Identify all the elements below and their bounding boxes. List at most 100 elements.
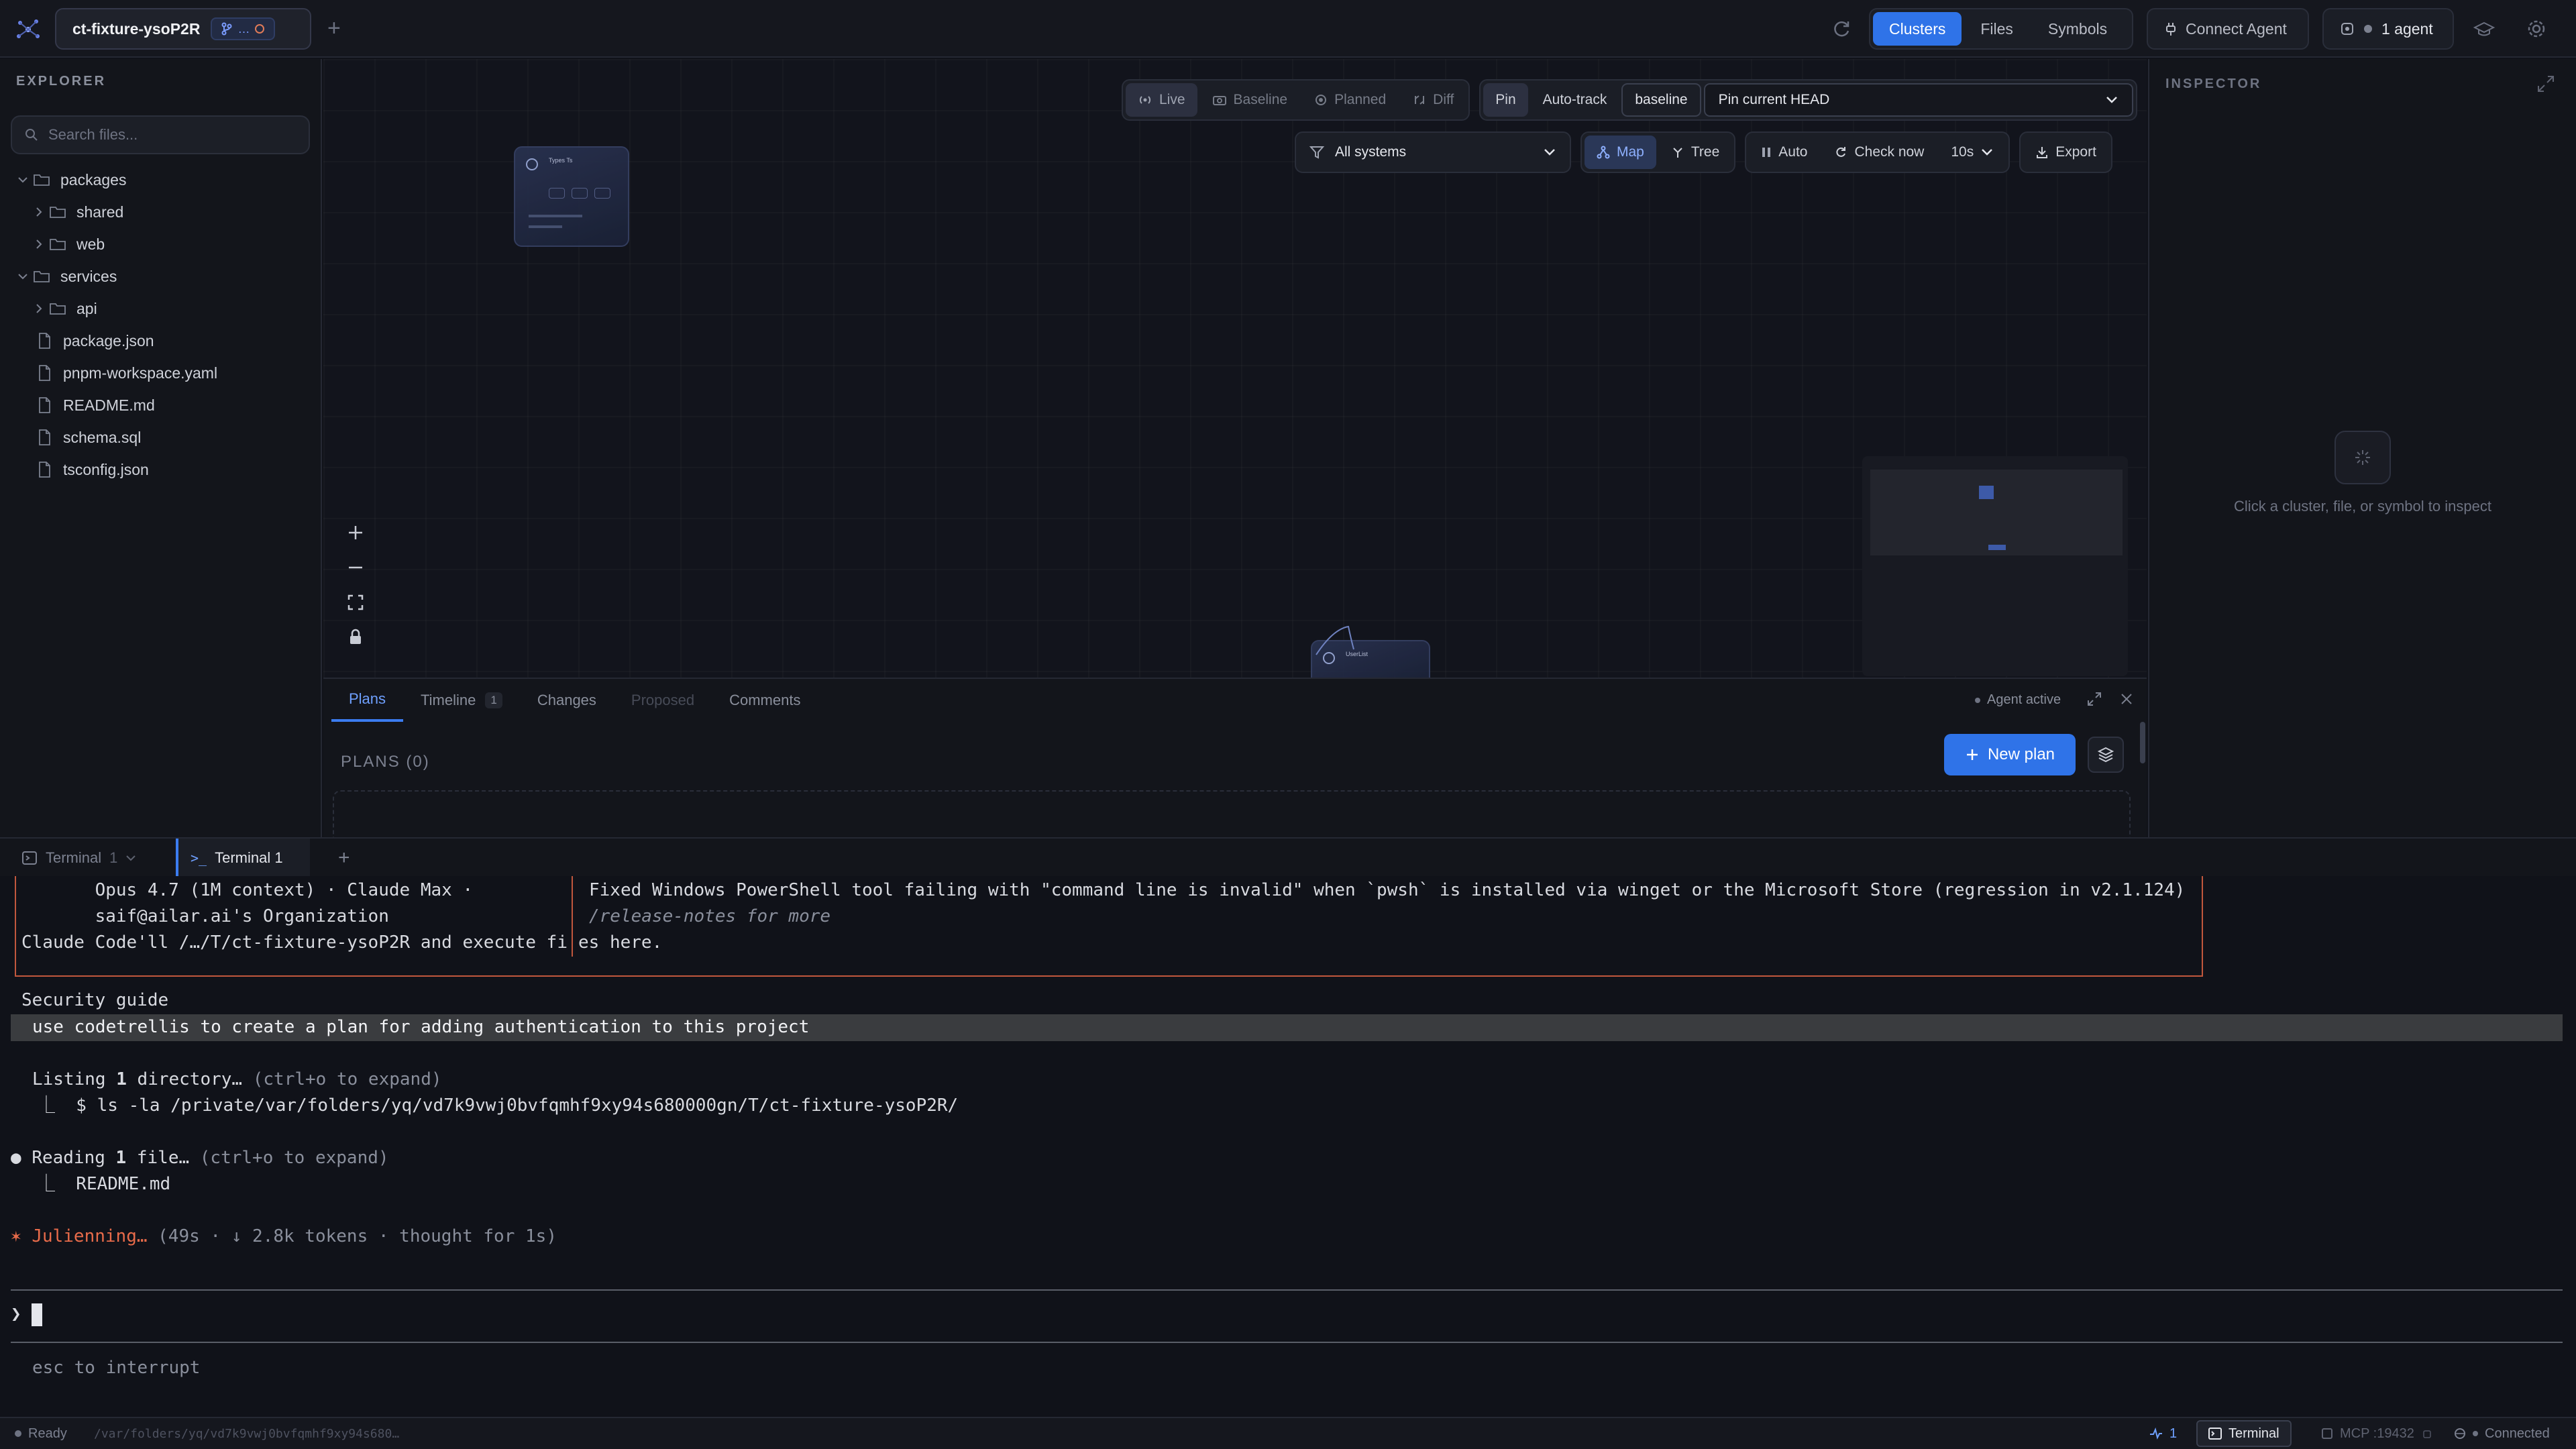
terminal-count: 1 (109, 849, 118, 866)
node-chip (549, 188, 565, 199)
tree-item-pnpm-workspace-yaml[interactable]: pnpm-workspace.yaml (0, 357, 321, 389)
interval-select[interactable]: 10s (1939, 136, 2006, 169)
zoom-in-button[interactable] (337, 515, 374, 550)
chevron-right-icon[interactable] (30, 299, 48, 318)
maximize-icon[interactable] (2086, 691, 2102, 707)
cluster-node[interactable]: Types Ts (514, 146, 629, 247)
pin-button[interactable]: Pin (1483, 83, 1528, 117)
folder-icon (50, 239, 66, 250)
chevron-right-icon[interactable] (30, 235, 48, 254)
mode-live[interactable]: Live (1126, 83, 1197, 117)
tree-item-services[interactable]: services (0, 260, 321, 292)
gear-icon[interactable] (2525, 17, 2548, 40)
reading-prefix: Reading (32, 1148, 116, 1168)
banner-line: saif@ailar.ai's Organization (21, 906, 389, 926)
auto-track-button[interactable]: Auto-track (1531, 83, 1619, 117)
tab-comments[interactable]: Comments (712, 679, 818, 722)
tree-item-label: web (76, 235, 105, 253)
agent-status-dot (2364, 25, 2372, 33)
tree-item-packages[interactable]: packages (0, 164, 321, 196)
close-icon[interactable] (2118, 691, 2135, 707)
new-plan-button[interactable]: New plan (1944, 734, 2076, 775)
search-field[interactable] (11, 115, 310, 154)
canvas-toolbar-top: Live Baseline Planned Diff Pin Auto-trac… (1122, 79, 2137, 121)
pin-select[interactable]: Pin current HEAD (1703, 83, 2133, 117)
terminal-toggle-button[interactable]: Terminal (2196, 1420, 2292, 1447)
expand-icon[interactable] (2536, 74, 2556, 94)
mode-planned[interactable]: Planned (1302, 83, 1398, 117)
activity-indicator[interactable]: 1 (2149, 1418, 2177, 1449)
check-now-button[interactable]: Check now (1822, 136, 1936, 169)
pause-icon (1762, 148, 1771, 157)
zoom-out-button[interactable] (337, 550, 374, 585)
refresh-icon[interactable] (1830, 17, 1853, 40)
tree-item-tsconfig-json[interactable]: tsconfig.json (0, 453, 321, 486)
tab-changes[interactable]: Changes (520, 679, 614, 722)
mode-diff[interactable]: Diff (1401, 83, 1466, 117)
cluster-node-title: Types Ts (549, 157, 573, 164)
tree-item-readme-md[interactable]: README.md (0, 389, 321, 421)
mcp-status[interactable]: MCP :19432 (2321, 1418, 2432, 1449)
lock-icon (350, 629, 361, 644)
cluster-map-canvas[interactable]: Live Baseline Planned Diff Pin Auto-trac… (323, 59, 2147, 678)
tree-item-api[interactable]: api (0, 292, 321, 325)
tab-symbols[interactable]: Symbols (2032, 12, 2123, 46)
systems-select[interactable]: All systems (1295, 131, 1571, 173)
baseline-button[interactable]: baseline (1621, 83, 1701, 117)
branch-chip[interactable]: … (211, 17, 276, 40)
chevron-right-icon[interactable] (30, 203, 48, 221)
terminal-tab-1[interactable]: >_ Terminal 1 (176, 839, 310, 877)
tab-clusters[interactable]: Clusters (1873, 12, 1962, 46)
mode-switcher: Live Baseline Planned Diff (1122, 79, 1470, 121)
agent-count-button[interactable]: 1 agent (2322, 8, 2454, 50)
tab-changes-label: Changes (537, 692, 596, 708)
connection-dot (2473, 1431, 2478, 1436)
connection-status: Connected (2454, 1418, 2550, 1449)
tab-proposed[interactable]: Proposed (614, 679, 712, 722)
fit-view-button[interactable] (337, 585, 374, 620)
chevron-down-icon[interactable] (13, 267, 32, 286)
agent-status-dot (1975, 697, 1980, 703)
chevron-down-icon[interactable] (13, 170, 32, 189)
tree-item-schema-sql[interactable]: schema.sql (0, 421, 321, 453)
mode-baseline[interactable]: Baseline (1200, 83, 1300, 117)
tree-item-label: services (60, 267, 117, 285)
top-bar: ct-fixture-ysoP2R … + Clusters Files Sym… (0, 0, 2576, 58)
node-line (529, 225, 562, 228)
explorer-panel: EXPLORER packagessharedwebservicesapipac… (0, 59, 322, 837)
tree-item-web[interactable]: web (0, 228, 321, 260)
auto-refresh-button[interactable]: Auto (1749, 136, 1819, 169)
tree-view-button[interactable]: Tree (1659, 136, 1731, 169)
prompt-icon: >_ (191, 850, 207, 866)
reading-line: ● Reading 1 file… (ctrl+o to expand) (11, 1145, 389, 1171)
layers-button[interactable] (2088, 737, 2124, 773)
project-tab[interactable]: ct-fixture-ysoP2R … (55, 8, 311, 50)
tree-item-shared[interactable]: shared (0, 196, 321, 228)
export-button[interactable]: Export (2023, 136, 2108, 169)
map-view-button[interactable]: Map (1585, 136, 1656, 169)
ready-status: Ready (15, 1418, 67, 1449)
tab-files[interactable]: Files (1964, 12, 2029, 46)
tab-plans-label: Plans (349, 690, 386, 707)
text-cursor (32, 1303, 43, 1326)
add-terminal-button[interactable]: + (338, 839, 350, 877)
file-tree: packages shared web services api package.json… (0, 164, 321, 486)
lock-button[interactable] (337, 620, 374, 655)
terminal-toggle-label: Terminal (2229, 1426, 2279, 1441)
search-input[interactable] (48, 126, 290, 144)
tab-timeline[interactable]: Timeline 1 (403, 679, 520, 722)
connect-agent-button[interactable]: Connect Agent (2147, 8, 2309, 50)
add-project-tab-button[interactable]: + (327, 15, 341, 42)
prompt-input-line[interactable]: ❯ (11, 1301, 43, 1327)
tab-plans[interactable]: Plans (331, 679, 404, 722)
tree-item-package-json[interactable]: package.json (0, 325, 321, 357)
panel-scrollbar[interactable] (2140, 722, 2145, 763)
terminal-dropdown[interactable]: Terminal 1 (21, 839, 136, 877)
check-now-label: Check now (1854, 144, 1925, 160)
activity-count: 1 (2169, 1426, 2178, 1441)
minimap[interactable] (1862, 456, 2128, 676)
git-branch-icon (221, 22, 232, 36)
graduation-cap-icon[interactable] (2473, 17, 2496, 40)
terminal-toggle[interactable]: Terminal (2196, 1418, 2292, 1449)
terminal-output[interactable]: Opus 4.7 (1M context) · Claude Max · sai… (0, 876, 2576, 1417)
